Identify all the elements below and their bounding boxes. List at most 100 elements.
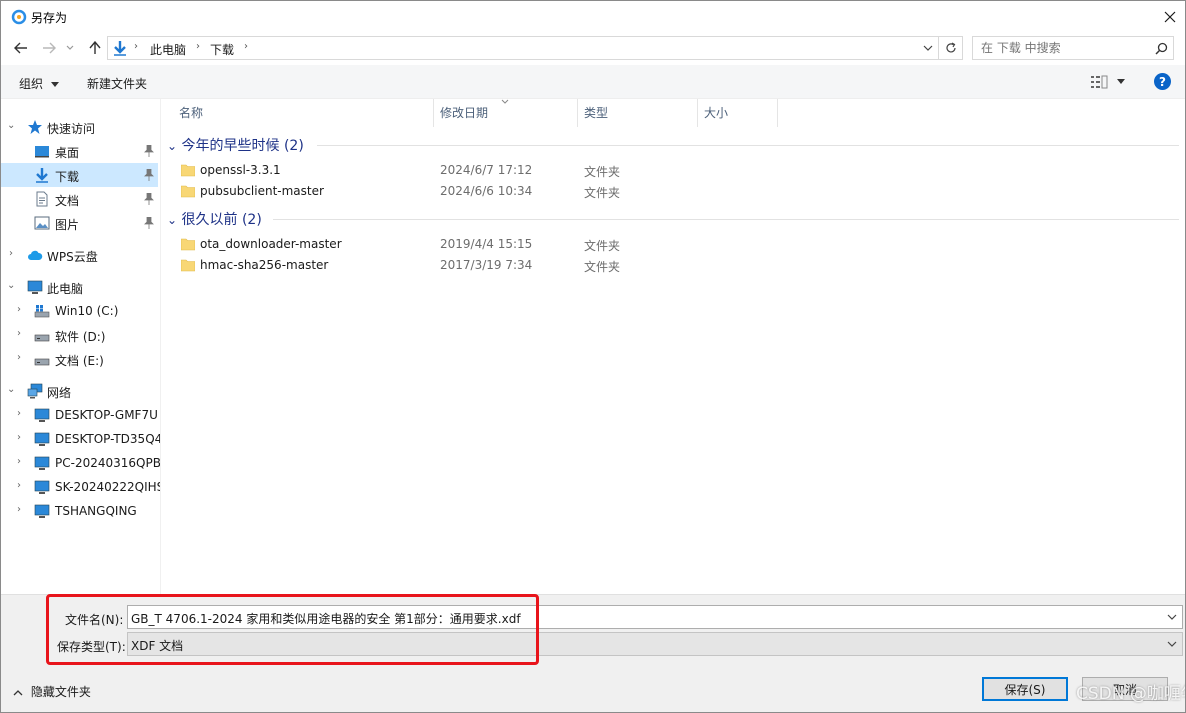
group-title: 今年的早些时候 (2): [181, 138, 304, 154]
system-drive-icon: [34, 305, 50, 318]
file-type: 文件夹: [584, 239, 621, 253]
recent-locations-button[interactable]: [63, 37, 77, 59]
close-button[interactable]: [1155, 3, 1185, 31]
help-icon[interactable]: ?: [1154, 73, 1171, 90]
window-title: 另存为: [31, 11, 68, 25]
nav-quick-access[interactable]: ⌄ 快速访问: [1, 115, 158, 139]
file-name: hmac-sha256-master: [200, 258, 329, 272]
chevron-down-icon: [923, 45, 933, 51]
command-bar: 组织 新建文件夹 ?: [1, 65, 1185, 99]
organize-label: 组织: [19, 77, 44, 91]
table-row[interactable]: openssl-3.3.1 2024/6/7 17:12 文件夹: [161, 160, 1179, 181]
nav-item-downloads[interactable]: 下载: [1, 163, 158, 187]
nav-item-documents[interactable]: 文档: [1, 187, 158, 211]
hide-folders-toggle[interactable]: 隐藏文件夹: [13, 683, 91, 700]
chevron-right-icon[interactable]: ›: [17, 480, 21, 491]
search-input[interactable]: [973, 37, 1153, 59]
nav-this-pc[interactable]: ⌄ 此电脑: [1, 275, 158, 299]
nav-wps-cloud[interactable]: › WPS云盘: [1, 243, 158, 267]
arrow-right-icon: [43, 42, 56, 54]
column-separator[interactable]: [697, 99, 698, 127]
filename-combobox[interactable]: GB_T 4706.1-2024 家用和类似用途电器的安全 第1部分：通用要求.…: [127, 605, 1183, 629]
column-separator[interactable]: [433, 99, 434, 127]
nav-host-2[interactable]: › DESKTOP-TD35Q4: [1, 427, 160, 451]
forward-button[interactable]: [39, 37, 59, 59]
close-icon: [1164, 11, 1176, 23]
cancel-button[interactable]: 取消: [1082, 677, 1168, 701]
document-icon: [36, 191, 48, 207]
chevron-down-icon[interactable]: ⌄: [7, 280, 15, 291]
chevron-right-icon[interactable]: ›: [17, 408, 21, 419]
nav-host-4[interactable]: › SK-20240222QIHS: [1, 475, 160, 499]
nav-label: PC-20240316QPBY: [55, 456, 160, 470]
back-button[interactable]: [11, 37, 31, 59]
column-header-modified[interactable]: 修改日期: [440, 104, 488, 121]
chevron-down-icon: ⌄: [167, 213, 178, 227]
chevron-right-icon[interactable]: ›: [17, 456, 21, 467]
new-folder-button[interactable]: 新建文件夹: [87, 75, 147, 92]
chevron-down-icon: [66, 45, 74, 50]
column-separator[interactable]: [777, 99, 778, 127]
folder-icon: [181, 185, 195, 198]
table-row[interactable]: pubsubclient-master 2024/6/6 10:34 文件夹: [161, 181, 1179, 202]
nav-drive-c[interactable]: › Win10 (C:): [1, 299, 158, 323]
search-box[interactable]: [972, 36, 1174, 60]
chevron-right-icon[interactable]: ›: [17, 352, 21, 363]
breadcrumb-separator-icon: ›: [134, 41, 138, 52]
file-date: 2024/6/7 17:12: [440, 163, 533, 177]
organize-menu[interactable]: 组织: [19, 75, 59, 92]
table-row[interactable]: hmac-sha256-master 2017/3/19 7:34 文件夹: [161, 255, 1179, 276]
chevron-down-icon[interactable]: ⌄: [7, 384, 15, 395]
breadcrumb-downloads[interactable]: 下载: [210, 41, 234, 58]
save-as-dialog: 另存为 › 此电脑 › 下载 › 在 下载 中搜索 组织 新建文件夹 ? ⌄ 快…: [0, 0, 1186, 713]
nav-label: 软件 (D:): [55, 330, 106, 344]
up-button[interactable]: [85, 37, 105, 59]
nav-network[interactable]: ⌄ 网络: [1, 379, 158, 403]
filetype-dropdown-button[interactable]: [1164, 635, 1180, 653]
filetype-label: 保存类型(T):: [57, 640, 126, 654]
save-button[interactable]: 保存(S): [982, 677, 1068, 701]
group-header-long-ago[interactable]: ⌄ 很久以前 (2): [167, 209, 262, 229]
column-header-type[interactable]: 类型: [584, 104, 608, 121]
column-separator[interactable]: [577, 99, 578, 127]
chevron-right-icon[interactable]: ›: [17, 432, 21, 443]
chevron-right-icon[interactable]: ›: [17, 504, 21, 515]
table-row[interactable]: ota_downloader-master 2019/4/4 15:15 文件夹: [161, 234, 1179, 255]
monitor-icon: [34, 408, 50, 422]
sort-indicator-icon: [501, 99, 509, 104]
chevron-right-icon[interactable]: ›: [17, 304, 21, 315]
column-header-size[interactable]: 大小: [704, 104, 728, 121]
breadcrumb-this-pc[interactable]: 此电脑: [150, 41, 186, 58]
address-bar[interactable]: › 此电脑 › 下载 ›: [107, 36, 939, 60]
address-history-dropdown[interactable]: [920, 41, 936, 55]
network-icon: [27, 383, 43, 399]
nav-label: 文档 (E:): [55, 354, 104, 368]
refresh-button[interactable]: [939, 36, 963, 60]
search-icon[interactable]: [1155, 42, 1168, 55]
group-header-earlier-this-year[interactable]: ⌄ 今年的早些时候 (2): [167, 135, 304, 155]
chevron-right-icon[interactable]: ›: [9, 248, 13, 259]
chevron-down-icon[interactable]: ⌄: [7, 120, 15, 131]
filename-dropdown-button[interactable]: [1164, 608, 1180, 626]
nav-host-3[interactable]: › PC-20240316QPBY: [1, 451, 160, 475]
nav-host-5[interactable]: › TSHANGQING: [1, 499, 158, 523]
monitor-icon: [34, 432, 50, 446]
chevron-down-icon: [1167, 614, 1177, 620]
nav-host-1[interactable]: › DESKTOP-GMF7U: [1, 403, 158, 427]
title-bar: 另存为: [1, 1, 1185, 33]
nav-item-pictures[interactable]: 图片: [1, 211, 158, 235]
filename-input[interactable]: GB_T 4706.1-2024 家用和类似用途电器的安全 第1部分：通用要求.…: [131, 610, 521, 627]
nav-drive-e[interactable]: › 文档 (E:): [1, 347, 158, 371]
chevron-down-icon: ⌄: [167, 139, 178, 153]
chevron-right-icon[interactable]: ›: [17, 328, 21, 339]
arrow-left-icon: [14, 42, 27, 54]
monitor-icon: [34, 504, 50, 518]
filetype-select[interactable]: XDF 文档: [127, 632, 1183, 656]
nav-item-desktop[interactable]: 桌面: [1, 139, 158, 163]
column-header-name[interactable]: 名称: [179, 104, 203, 121]
details-view-icon: [1091, 75, 1108, 89]
view-options-button[interactable]: [1091, 74, 1131, 90]
cloud-icon: [28, 250, 43, 260]
nav-drive-d[interactable]: › 软件 (D:): [1, 323, 158, 347]
file-date: 2019/4/4 15:15: [440, 237, 533, 251]
